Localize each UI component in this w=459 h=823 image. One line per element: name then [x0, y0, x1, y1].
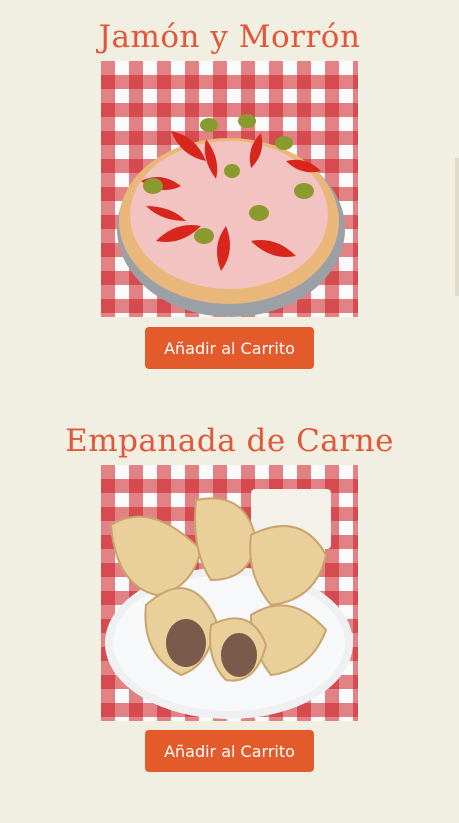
pizza-image	[117, 114, 345, 317]
add-to-cart-button[interactable]: Añadir al Carrito	[145, 327, 314, 369]
product-image-empanadas[interactable]	[101, 465, 358, 721]
product-image-pizza[interactable]	[101, 61, 358, 317]
product-card-empanada-carne: Empanada de Carne Añadir al Carrito	[0, 404, 459, 784]
empanadas-image	[105, 489, 353, 719]
product-title: Empanada de Carne	[65, 423, 394, 459]
product-card-jamon-morron: Jamón y Morrón Añadir al Carrito	[0, 0, 459, 380]
add-to-cart-button[interactable]: Añadir al Carrito	[145, 730, 314, 772]
product-title: Jamón y Morrón	[98, 19, 361, 55]
